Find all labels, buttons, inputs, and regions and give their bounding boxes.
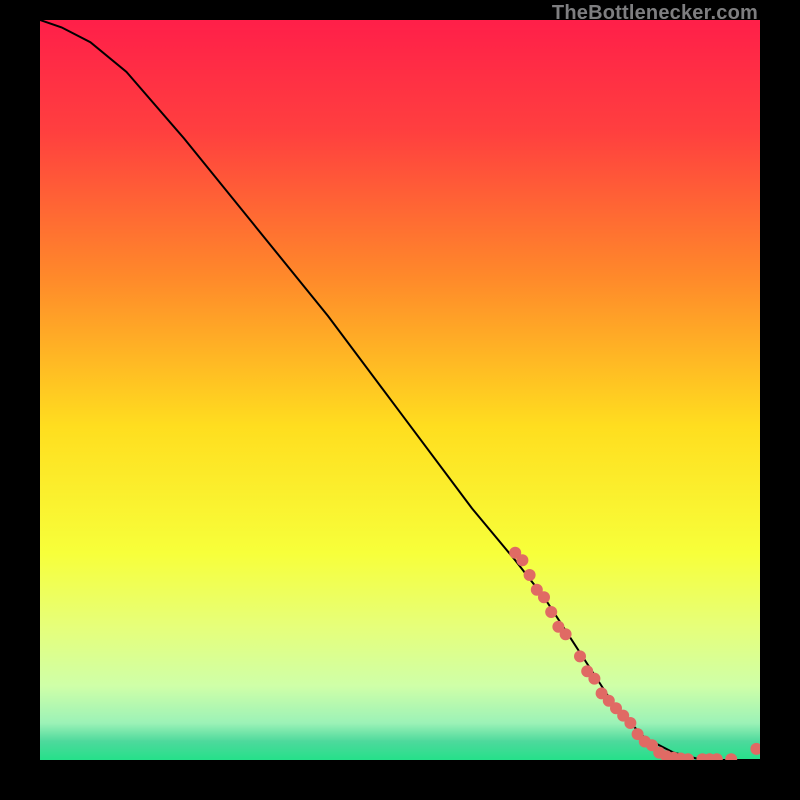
scatter-point	[574, 650, 586, 662]
scatter-point	[545, 606, 557, 618]
scatter-point	[560, 628, 572, 640]
scatter-point	[624, 717, 636, 729]
chart-frame: TheBottlenecker.com	[0, 0, 800, 800]
scatter-point	[588, 673, 600, 685]
scatter-point	[516, 554, 528, 566]
background-rect	[40, 20, 760, 760]
plot-svg	[40, 20, 760, 760]
plot-area	[40, 20, 760, 760]
scatter-point	[538, 591, 550, 603]
scatter-point	[524, 569, 536, 581]
